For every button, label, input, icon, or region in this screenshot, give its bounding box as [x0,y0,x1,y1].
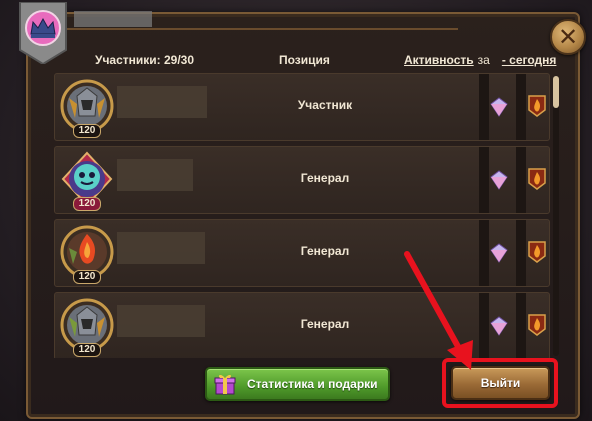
member-row[interactable]: 120 Участник [54,73,550,141]
members-list[interactable]: 120 Участник 120 Генерал 120 Генерал 120… [54,73,550,358]
member-rank: Генерал [300,244,350,258]
fire-icon[interactable] [527,240,547,264]
level-badge: 120 [73,343,101,357]
close-button[interactable]: ✕ [550,19,586,55]
stats-button-label: Статистика и подарки [247,377,378,391]
member-name-redacted [117,159,193,191]
member-row[interactable]: 120 Генерал [54,292,550,358]
level-badge: 120 [73,124,101,138]
member-row[interactable]: 120 Генерал [54,146,550,214]
members-count: Участники: 29/30 [95,53,195,67]
activity-bar-track [516,74,526,140]
fire-icon[interactable] [527,313,547,337]
level-badge: 120 [73,270,101,284]
activity-bar-track [479,220,489,286]
position-column-header: Позиция [279,53,330,67]
member-rank: Генерал [300,171,350,185]
member-name-redacted [117,86,207,118]
activity-bar-track [516,220,526,286]
level-badge: 120 [73,197,101,211]
members-scrollbar[interactable] [553,76,559,356]
guild-banner-icon [19,2,67,64]
member-rank: Участник [297,98,353,112]
activity-sort-link[interactable]: Активность [404,53,474,67]
member-row[interactable]: 120 Генерал [54,219,550,287]
activity-bar-track [516,147,526,213]
gift-icon [214,374,236,395]
gem-icon[interactable] [489,242,509,264]
activity-bar-track [479,147,489,213]
activity-for-label: за [477,53,490,67]
period-dropdown[interactable]: - сегодня [502,53,557,67]
guild-name-redacted [74,11,152,27]
scrollbar-thumb[interactable] [553,76,559,108]
fire-icon[interactable] [527,167,547,191]
activity-bar-track [479,293,489,358]
gem-icon[interactable] [489,96,509,118]
stats-and-gifts-button[interactable]: Статистика и подарки [205,367,390,401]
fire-icon[interactable] [527,94,547,118]
activity-column-header: Активность за - сегодня [404,53,556,67]
gem-icon[interactable] [489,169,509,191]
member-name-redacted [117,232,205,264]
member-rank: Генерал [300,317,350,331]
exit-button[interactable]: Выйти [451,366,550,400]
member-name-redacted [117,305,205,337]
activity-bar-track [516,293,526,358]
gem-icon[interactable] [489,315,509,337]
activity-bar-track [479,74,489,140]
exit-button-label: Выйти [480,376,521,390]
